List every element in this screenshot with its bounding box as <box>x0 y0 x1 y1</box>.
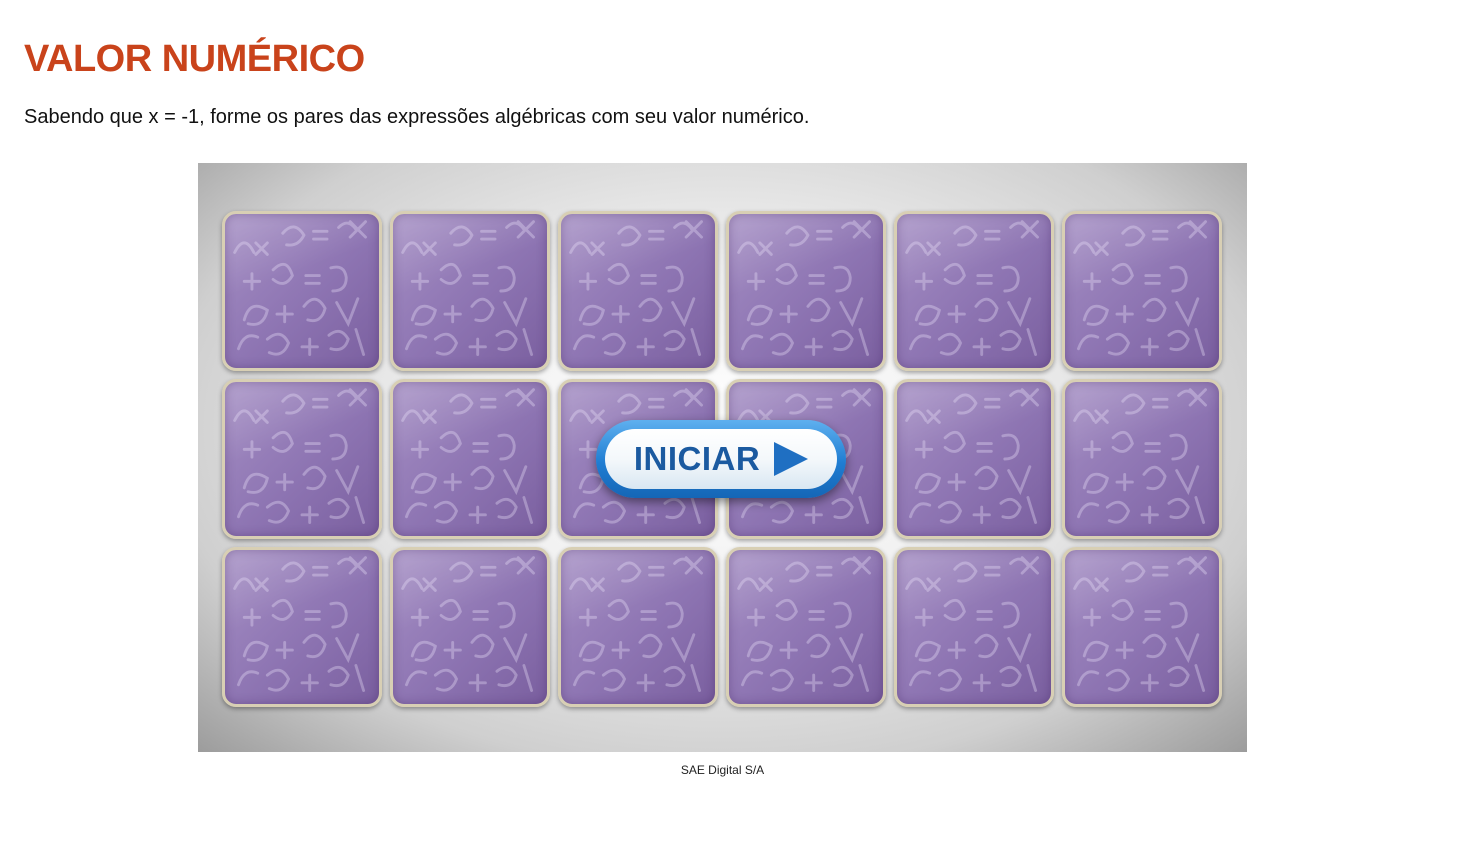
memory-card[interactable] <box>390 211 550 371</box>
formula-pattern-icon <box>569 220 703 356</box>
memory-card[interactable] <box>390 547 550 707</box>
formula-pattern-icon <box>233 556 367 692</box>
formula-pattern-icon <box>401 388 535 524</box>
memory-card[interactable] <box>222 211 382 371</box>
formula-pattern-icon <box>1073 220 1207 356</box>
formula-pattern-icon <box>1073 388 1207 524</box>
formula-pattern-icon <box>401 556 535 692</box>
memory-card[interactable] <box>390 379 550 539</box>
image-credit: SAE Digital S/A <box>680 763 765 777</box>
memory-card[interactable] <box>1062 379 1222 539</box>
play-triangle-icon <box>774 442 809 476</box>
formula-pattern-icon <box>1073 556 1207 692</box>
formula-pattern-icon <box>401 220 535 356</box>
memory-card[interactable] <box>894 379 1054 539</box>
start-button-face: INICIAR <box>605 429 837 489</box>
start-button[interactable]: INICIAR <box>596 420 846 498</box>
memory-card[interactable] <box>726 547 886 707</box>
memory-card[interactable] <box>894 547 1054 707</box>
memory-card[interactable] <box>222 547 382 707</box>
formula-pattern-icon <box>233 388 367 524</box>
memory-card[interactable] <box>1062 211 1222 371</box>
formula-pattern-icon <box>905 220 1039 356</box>
activity-instructions: Sabendo que x = -1, forme os pares das e… <box>24 106 810 128</box>
formula-pattern-icon <box>569 556 703 692</box>
memory-card[interactable] <box>558 211 718 371</box>
page-title: VALOR NUMÉRICO <box>24 38 365 80</box>
page: VALOR NUMÉRICO Sabendo que x = -1, forme… <box>0 0 1460 850</box>
memory-card[interactable] <box>894 211 1054 371</box>
formula-pattern-icon <box>233 220 367 356</box>
formula-pattern-icon <box>737 556 871 692</box>
formula-pattern-icon <box>905 388 1039 524</box>
formula-pattern-icon <box>737 220 871 356</box>
start-button-label: INICIAR <box>633 440 761 477</box>
memory-card[interactable] <box>222 379 382 539</box>
memory-card[interactable] <box>1062 547 1222 707</box>
formula-pattern-icon <box>905 556 1039 692</box>
memory-card[interactable] <box>726 211 886 371</box>
memory-game-board: INICIAR <box>198 163 1247 752</box>
memory-card[interactable] <box>558 547 718 707</box>
